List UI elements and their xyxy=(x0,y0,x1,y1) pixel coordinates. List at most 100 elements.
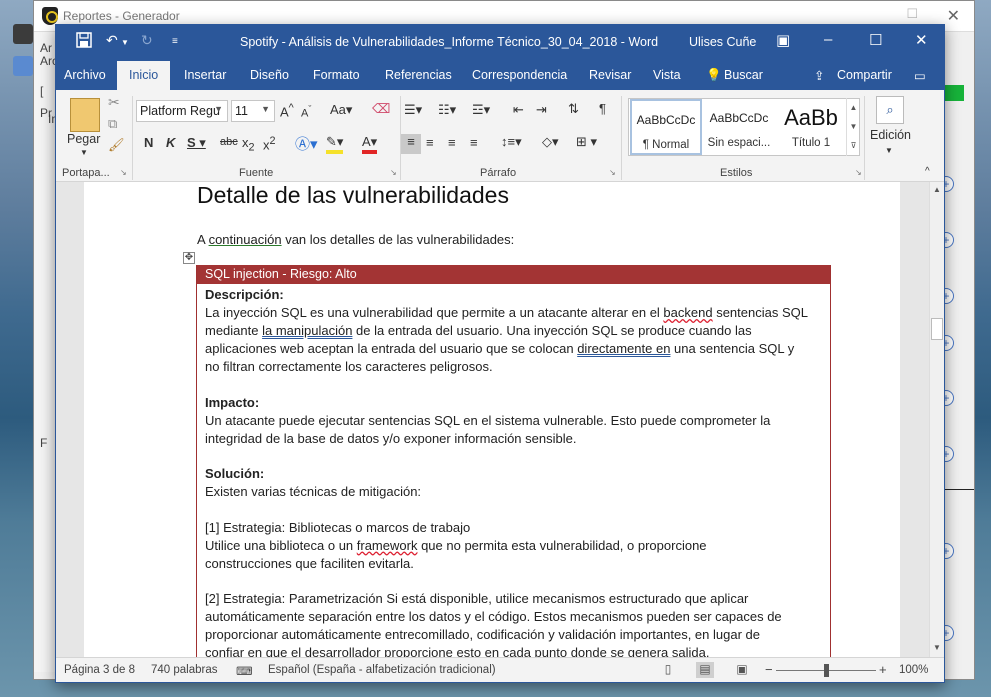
tab-referencias[interactable]: Referencias xyxy=(385,68,452,82)
tab-archivo[interactable]: Archivo xyxy=(64,68,106,82)
table-header: SQL injection - Riesgo: Alto xyxy=(197,265,830,284)
format-painter-icon[interactable]: 🖌 xyxy=(108,137,125,153)
undo-icon[interactable]: ↶ xyxy=(106,32,118,49)
grow-font-icon[interactable]: A^ xyxy=(280,102,294,119)
tab-diseno[interactable]: Diseño xyxy=(250,68,289,82)
borders-icon[interactable]: ⊞ ▾ xyxy=(576,134,597,150)
proofing-icon[interactable]: ⌨ xyxy=(236,664,253,678)
vertical-scrollbar[interactable]: ▲ ▼ xyxy=(929,182,944,657)
print-layout-icon[interactable]: ▤ xyxy=(696,662,714,678)
highlight-icon[interactable]: ✎▾ xyxy=(326,134,344,154)
maximize-icon[interactable]: ☐ xyxy=(906,6,918,22)
scroll-up-icon[interactable]: ▲ xyxy=(930,185,944,194)
style-normal[interactable]: AaBbCcDc ¶ Normal xyxy=(630,99,702,155)
shading-icon[interactable]: ◇▾ xyxy=(542,134,559,150)
document-page[interactable]: Detalle de las vulnerabilidades A contin… xyxy=(84,182,900,657)
tab-insertar[interactable]: Insertar xyxy=(184,68,226,82)
superscript-icon[interactable]: x2 xyxy=(263,135,276,152)
style-heading-1[interactable]: AaBb Título 1 xyxy=(775,99,847,155)
numbering-icon[interactable]: ☷▾ xyxy=(438,102,456,118)
justify-icon[interactable]: ≡ xyxy=(470,135,478,150)
scroll-thumb[interactable] xyxy=(931,318,943,340)
word-count[interactable]: 740 palabras xyxy=(151,664,218,676)
dialog-launcher-icon[interactable]: ↘ xyxy=(120,168,127,177)
zoom-slider-thumb[interactable] xyxy=(824,664,829,677)
zoom-in-icon[interactable]: + xyxy=(879,662,887,677)
comments-icon[interactable]: ▭ xyxy=(914,68,926,83)
web-layout-icon[interactable]: ▣ xyxy=(733,662,751,678)
chevron-down-icon[interactable]: ▼ xyxy=(261,104,270,114)
table-move-handle-icon[interactable]: ✥ xyxy=(183,252,195,264)
minimize-icon[interactable]: – xyxy=(824,31,832,48)
user-name[interactable]: Ulises Cuñe xyxy=(689,35,756,49)
styles-scroll[interactable]: ▲ ▼ ⊽ xyxy=(846,98,860,156)
app-icon[interactable] xyxy=(13,24,33,44)
strikethrough-icon[interactable]: abc xyxy=(220,136,238,148)
align-center-icon[interactable]: ≡ xyxy=(426,135,434,150)
chevron-down-icon[interactable]: ▼ xyxy=(80,148,88,157)
save-icon[interactable] xyxy=(76,32,92,51)
increase-indent-icon[interactable]: ⇥ xyxy=(536,102,547,118)
change-case-icon[interactable]: Aa▾ xyxy=(330,102,352,118)
styles-group-label: Estilos xyxy=(720,167,753,179)
paste-icon[interactable] xyxy=(70,98,100,132)
chevron-down-icon[interactable]: ▼ xyxy=(885,146,893,155)
share-icon[interactable]: ⇪ xyxy=(814,68,824,83)
redo-icon[interactable]: ↻ xyxy=(141,32,153,49)
clear-formatting-icon[interactable]: ⌫ xyxy=(372,101,390,117)
close-icon[interactable]: ✕ xyxy=(947,6,960,26)
strategy-line: proporcionar automáticamente entrecomill… xyxy=(205,627,760,642)
bold-icon[interactable]: N xyxy=(144,135,153,150)
collapse-ribbon-icon[interactable]: ^ xyxy=(925,166,930,177)
tab-formato[interactable]: Formato xyxy=(313,68,360,82)
chevron-down-icon[interactable]: ▼ xyxy=(214,104,223,114)
show-marks-icon[interactable]: ¶ xyxy=(599,101,606,116)
share-button[interactable]: Compartir xyxy=(837,68,892,82)
subscript-icon[interactable]: x2 xyxy=(242,135,255,154)
tell-me-search[interactable]: Buscar xyxy=(724,68,763,82)
paste-button[interactable]: Pegar xyxy=(67,132,100,146)
app-icon[interactable] xyxy=(13,56,33,76)
underline-icon[interactable]: S ▾ xyxy=(187,135,206,151)
line-spacing-icon[interactable]: ↕≡▾ xyxy=(501,134,522,150)
copy-icon[interactable]: ⧉ xyxy=(108,116,117,132)
shrink-font-icon[interactable]: Aˇ xyxy=(301,104,311,120)
chevron-down-icon[interactable]: ▼ xyxy=(847,117,860,136)
italic-icon[interactable]: K xyxy=(166,135,175,150)
find-icon[interactable]: ⌕ xyxy=(876,96,904,124)
customize-qat-icon[interactable]: ≡ xyxy=(172,36,178,47)
align-left-icon[interactable]: ≡ xyxy=(401,134,421,154)
close-icon[interactable]: ✕ xyxy=(915,31,928,49)
ribbon-display-icon[interactable]: ▣ xyxy=(776,31,790,49)
scroll-down-icon[interactable]: ▼ xyxy=(930,643,944,652)
search-icon[interactable]: 💡 xyxy=(706,68,722,83)
chevron-up-icon[interactable]: ▲ xyxy=(847,98,860,117)
editing-button[interactable]: Edición xyxy=(870,128,911,142)
zoom-out-icon[interactable]: − xyxy=(765,662,773,677)
tab-vista[interactable]: Vista xyxy=(653,68,681,82)
tab-revisar[interactable]: Revisar xyxy=(589,68,631,82)
text-effects-icon[interactable]: Ⓐ▾ xyxy=(295,133,318,154)
chevron-down-icon[interactable]: ▼ xyxy=(121,38,129,47)
maximize-icon[interactable]: ☐ xyxy=(869,31,882,49)
align-right-icon[interactable]: ≡ xyxy=(448,135,456,150)
cut-icon[interactable]: ✂ xyxy=(108,94,120,111)
dialog-launcher-icon[interactable]: ↘ xyxy=(390,168,397,177)
page-count[interactable]: Página 3 de 8 xyxy=(64,664,135,676)
tab-inicio[interactable]: Inicio xyxy=(117,61,171,90)
more-icon[interactable]: ⊽ xyxy=(847,136,860,155)
bullets-icon[interactable]: ☰▾ xyxy=(404,102,422,118)
font-size-box[interactable]: 11 ▼ xyxy=(231,100,275,122)
sort-icon[interactable]: ⇅ xyxy=(568,101,579,117)
style-no-spacing[interactable]: AaBbCcDc Sin espaci... xyxy=(703,99,775,155)
dialog-launcher-icon[interactable]: ↘ xyxy=(609,168,616,177)
tab-correspondencia[interactable]: Correspondencia xyxy=(472,68,567,82)
language-indicator[interactable]: Español (España - alfabetización tradici… xyxy=(268,664,496,676)
font-name-box[interactable]: Platform Regu ▼ xyxy=(136,100,228,122)
multilevel-list-icon[interactable]: ☲▾ xyxy=(472,102,490,118)
font-color-icon[interactable]: A▾ xyxy=(362,134,378,154)
zoom-level[interactable]: 100% xyxy=(899,664,928,676)
read-mode-icon[interactable]: ▯ xyxy=(659,662,677,678)
dialog-launcher-icon[interactable]: ↘ xyxy=(855,168,862,177)
decrease-indent-icon[interactable]: ⇤ xyxy=(513,102,524,118)
